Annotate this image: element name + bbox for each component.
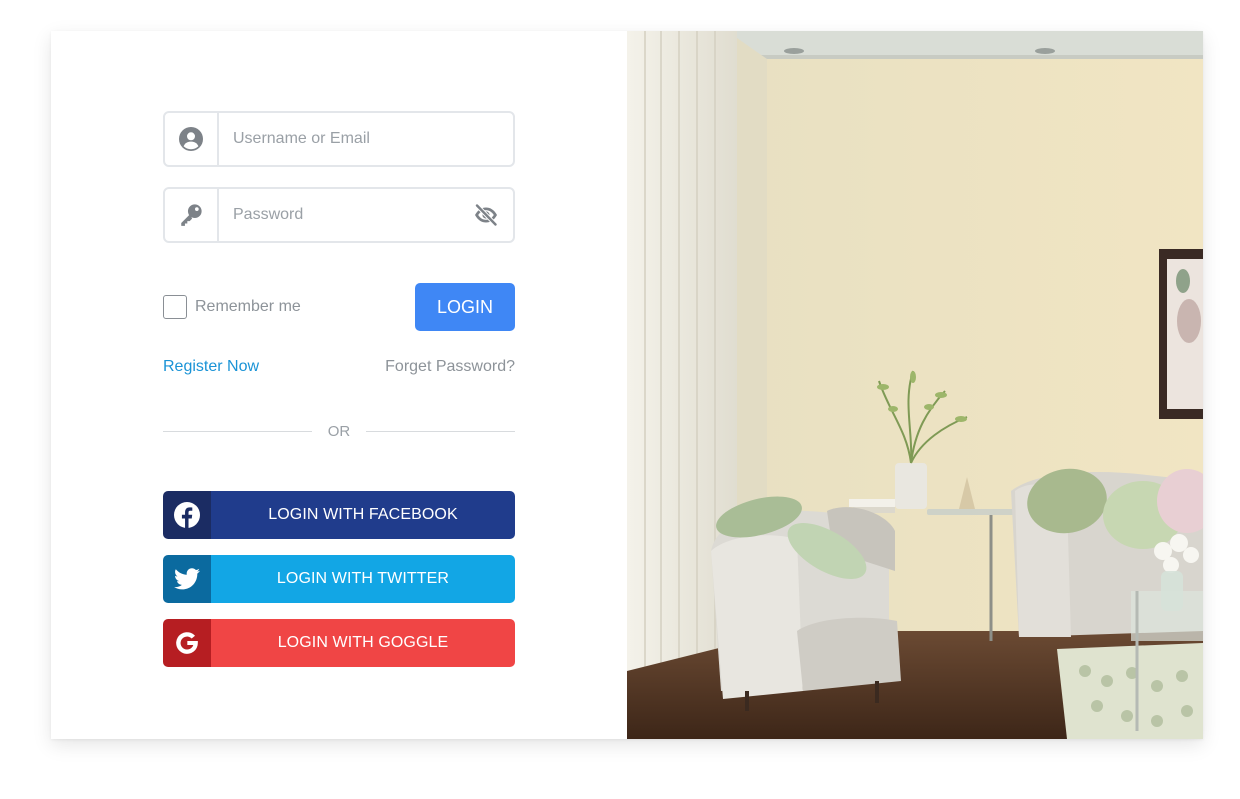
facebook-icon-box (163, 491, 211, 539)
user-circle-icon (179, 127, 203, 151)
password-input[interactable] (219, 189, 473, 241)
password-field-group (163, 187, 515, 243)
living-room-photo (627, 31, 1203, 739)
google-login-button[interactable]: LOGIN WITH GOGGLE (163, 619, 515, 667)
password-addon (165, 189, 219, 241)
twitter-icon-box (163, 555, 211, 603)
key-icon (181, 204, 202, 226)
google-login-label: LOGIN WITH GOGGLE (211, 619, 515, 667)
twitter-login-label: LOGIN WITH TWITTER (211, 555, 515, 603)
or-divider: OR (163, 421, 515, 441)
twitter-icon (174, 568, 200, 590)
divider-line-left (163, 430, 312, 432)
twitter-login-button[interactable]: LOGIN WITH TWITTER (163, 555, 515, 603)
password-visibility-toggle[interactable] (473, 189, 513, 241)
divider-text: OR (327, 422, 351, 440)
username-input[interactable] (219, 113, 513, 165)
google-icon (176, 632, 198, 654)
username-field-group (163, 111, 515, 167)
divider-line-right (366, 430, 515, 432)
remember-me-label[interactable]: Remember me (195, 298, 301, 316)
google-icon-box (163, 619, 211, 667)
remember-me: Remember me (163, 295, 301, 319)
eye-slash-icon (474, 204, 498, 226)
forget-password-link[interactable]: Forget Password? (385, 358, 515, 376)
register-link[interactable]: Register Now (163, 358, 259, 376)
login-button[interactable]: LOGIN (415, 283, 515, 331)
remember-me-checkbox[interactable] (163, 295, 187, 319)
login-form: Remember me LOGIN Register Now Forget Pa… (51, 31, 627, 739)
facebook-login-label: LOGIN WITH FACEBOOK (211, 491, 515, 539)
login-card: Remember me LOGIN Register Now Forget Pa… (51, 31, 1203, 739)
username-addon (165, 113, 219, 165)
facebook-icon (174, 502, 200, 528)
facebook-login-button[interactable]: LOGIN WITH FACEBOOK (163, 491, 515, 539)
